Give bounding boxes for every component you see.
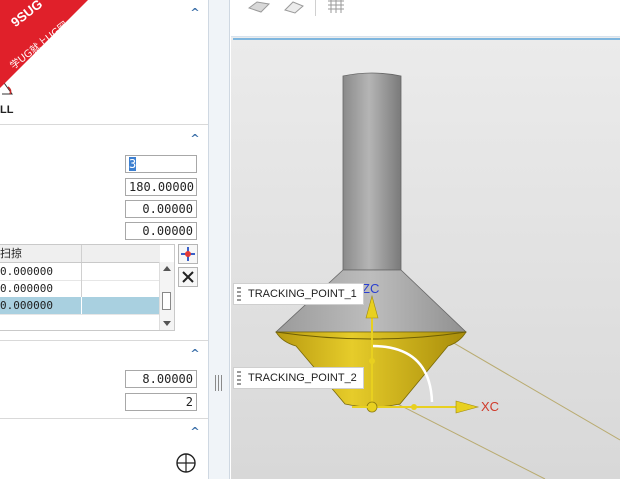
table-row[interactable]: 0.000000 [0, 263, 160, 281]
site-watermark: 9SUG 学UG就上UG网 [0, 0, 90, 90]
panel-splitter[interactable] [208, 0, 230, 479]
table-row-selected[interactable]: 0.000000 [0, 297, 160, 315]
section-4-collapse-button[interactable]: ^ [188, 425, 202, 439]
table-header: 扫掠 [0, 245, 160, 263]
tracking-point-1-tag[interactable]: TRACKING_POINT_1 [233, 283, 364, 305]
tag-grip-icon[interactable] [237, 371, 241, 385]
table-cell: 0.000000 [0, 282, 53, 295]
count-field[interactable]: 3 [125, 155, 197, 173]
delete-x-icon[interactable] [178, 267, 198, 287]
toolbar-separator [315, 0, 316, 16]
section-3-collapse-button[interactable]: ^ [188, 347, 202, 361]
tracking-point-1-label: TRACKING_POINT_1 [248, 288, 357, 300]
table-scrollbar[interactable] [159, 262, 174, 330]
sweep-table: 扫掠 0.000000 0.000000 0.000000 [0, 244, 175, 331]
table-cell: 0.000000 [0, 265, 53, 278]
table-header-label: 扫掠 [0, 247, 22, 260]
offset-field-1[interactable]: 0.00000 [125, 200, 197, 218]
x-axis-handle[interactable] [411, 404, 417, 410]
section-2-collapse-button[interactable]: ^ [188, 132, 202, 146]
table-row[interactable]: 0.000000 [0, 280, 160, 298]
crosshair-circle-icon[interactable] [174, 451, 198, 475]
angle-field[interactable]: 180.00000 [125, 178, 197, 196]
icon-caption: LL [0, 104, 14, 116]
tracking-point-2-label: TRACKING_POINT_2 [248, 372, 357, 384]
offset-field-2[interactable]: 0.00000 [125, 222, 197, 240]
table-cell: 0.000000 [0, 299, 53, 312]
shaft-body[interactable] [342, 72, 402, 271]
wireframe-view-icon[interactable] [283, 0, 305, 14]
view-toolbar [231, 0, 620, 37]
tag-grip-icon[interactable] [237, 287, 241, 301]
tracking-point-2-tag[interactable]: TRACKING_POINT_2 [233, 367, 364, 389]
z-axis-label: ZC [362, 281, 380, 296]
scroll-up-icon[interactable] [163, 266, 171, 271]
x-axis-label: XC [481, 399, 500, 414]
scroll-thumb[interactable] [162, 292, 171, 310]
number-field[interactable]: 2 [125, 393, 197, 411]
shaded-view-icon[interactable] [247, 0, 273, 14]
section-1-collapse-button[interactable]: ^ [188, 6, 202, 20]
splitter-grip-icon[interactable] [215, 375, 223, 391]
section-divider [0, 124, 208, 125]
add-point-icon[interactable] [178, 244, 198, 264]
scroll-down-icon[interactable] [163, 321, 171, 326]
grid-view-icon[interactable] [327, 0, 345, 14]
section-divider [0, 418, 208, 419]
x-axis-arrow[interactable] [455, 400, 480, 414]
count-value: 3 [129, 157, 137, 171]
section-divider [0, 340, 208, 341]
model-scene [274, 72, 620, 479]
z-axis-handle[interactable] [369, 358, 375, 364]
distance-field[interactable]: 8.00000 [125, 370, 197, 388]
